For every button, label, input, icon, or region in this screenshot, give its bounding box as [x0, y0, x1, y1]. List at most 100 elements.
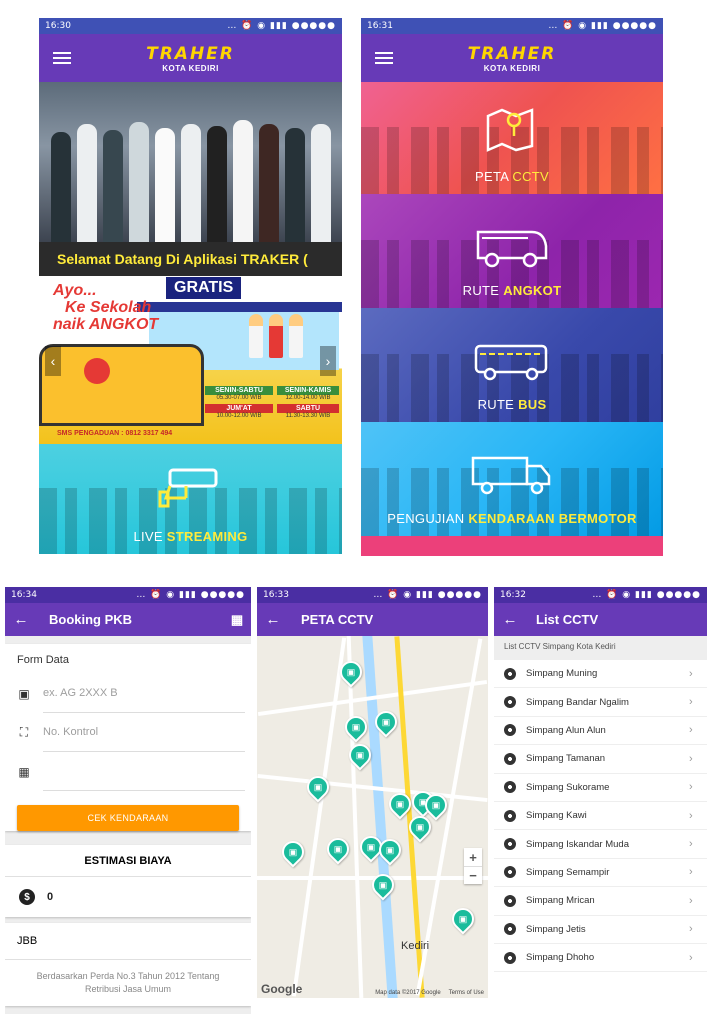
tile-label-plain: RUTE — [462, 283, 500, 298]
status-time: 16:30 — [45, 21, 71, 31]
camera-aperture-icon — [504, 752, 516, 765]
schedule-4-time: 11.30-13.30 WIB — [285, 413, 331, 419]
status-time: 16:31 — [367, 21, 393, 31]
map-data-text: Map data ©2017 Google — [375, 990, 441, 996]
promo-line-1: Ayo... — [53, 282, 97, 299]
logo-subtitle: KOTA KEDIRI — [162, 63, 219, 73]
list-item[interactable]: Simpang Jetis › — [494, 916, 707, 944]
back-arrow-icon[interactable]: ← — [494, 611, 526, 628]
camera-aperture-icon — [504, 923, 516, 936]
estimasi-card: ESTIMASI BIAYA $ 0 — [5, 845, 251, 917]
peta-cctv-screen: 16:33 … ⏰ ◉ ▮▮▮ ●●●●● ← PETA CCTV ▣ ▣ ▣ … — [257, 587, 488, 998]
promo-carousel[interactable]: Ayo... Ke Sekolah naik ANGKOT GRATIS SEN… — [39, 276, 342, 444]
next-tile-peek[interactable] — [361, 536, 663, 556]
list-item[interactable]: Simpang Bandar Ngalim › — [494, 688, 707, 717]
chevron-right-icon: › — [689, 667, 693, 680]
list-item[interactable]: Simpang Dhoho › — [494, 944, 707, 973]
list-item-label: Simpang Muning — [526, 668, 598, 680]
list-item[interactable]: Simpang Mrican › — [494, 887, 707, 916]
cctv-camera-icon — [158, 468, 217, 508]
list-item[interactable]: Simpang Tamanan › — [494, 745, 707, 774]
back-arrow-icon[interactable]: ← — [5, 611, 37, 628]
zoom-out-icon[interactable]: − — [464, 866, 482, 884]
list-item-label: Simpang Kawi — [526, 810, 587, 822]
cctv-marker[interactable]: ▣ — [367, 869, 399, 901]
home-screen: 16:30 … ⏰ ◉ ▮▮▮ ●●●●● TRAHER KOTA KEDIRI… — [39, 18, 342, 556]
list-item-label: Simpang Semampir — [526, 866, 610, 878]
dollar-icon: $ — [19, 889, 35, 905]
schedule-1-title: SENIN-SABTU — [205, 386, 273, 395]
list-item[interactable]: Simpang Iskandar Muda › — [494, 830, 707, 859]
cctv-marker[interactable]: ▣ — [447, 903, 479, 935]
cctv-marker[interactable]: ▣ — [277, 836, 309, 868]
terms-link[interactable]: Terms of Use — [449, 990, 484, 996]
list-item-label: Simpang Sukorame — [526, 781, 610, 793]
date-input[interactable] — [43, 752, 245, 791]
status-icons: … ⏰ ◉ ▮▮▮ ●●●●● — [373, 590, 482, 600]
list-item[interactable]: Simpang Semampir › — [494, 859, 707, 888]
cctv-list: Simpang Muning › Simpang Bandar Ngalim › Sim… — [494, 660, 707, 973]
chevron-right-icon: › — [689, 866, 693, 879]
menu-icon[interactable] — [375, 52, 393, 64]
rute-angkot-tile[interactable]: RUTE ANGKOT — [361, 194, 663, 308]
list-item-label: Simpang Mrican — [526, 895, 595, 907]
peta-cctv-label: PETA CCTV — [475, 169, 549, 184]
tile-label-plain: PETA — [475, 169, 509, 184]
schedule-2-title: SENIN-KAMIS — [277, 386, 339, 395]
pengujian-label: PENGUJIAN KENDARAAN BERMOTOR — [387, 511, 636, 526]
camera-aperture-icon — [504, 894, 516, 907]
camera-aperture-icon — [504, 724, 516, 737]
schedule-grid: SENIN-SABTU 05.30-07.00 WIB SENIN-KAMIS 12… — [205, 386, 339, 420]
cctv-marker[interactable]: ▣ — [340, 711, 372, 743]
chevron-right-icon: › — [689, 951, 693, 964]
list-item-label: Simpang Alun Alun — [526, 724, 606, 736]
jbb-card: JBB Berdasarkan Perda No.3 Tahun 2012 Te… — [5, 923, 251, 1006]
app-bar: ← List CCTV — [494, 603, 707, 636]
carousel-next-icon[interactable]: › — [320, 346, 336, 376]
live-streaming-tile[interactable]: LIVE STREAMING — [39, 444, 342, 554]
tile-label-highlight: CCTV — [512, 169, 549, 184]
list-item[interactable]: Simpang Sukorame › — [494, 774, 707, 802]
cctv-map[interactable]: ▣ ▣ ▣ ▣ ▣ ▣ ▣ ▣ ▣ ▣ ▣ ▣ ▣ ▣ ▣ + − Kediri… — [257, 636, 488, 998]
city-label: Kediri — [401, 940, 430, 952]
menu-icon[interactable] — [53, 52, 71, 64]
rute-bus-tile[interactable]: RUTE BUS — [361, 308, 663, 422]
menu-screen: 16:31 … ⏰ ◉ ▮▮▮ ●●●●● TRAHER KOTA KEDIRI… — [361, 18, 663, 556]
plate-number-input[interactable] — [43, 674, 245, 713]
cctv-marker[interactable]: ▣ — [302, 771, 334, 803]
zoom-in-icon[interactable]: + — [464, 848, 482, 866]
peta-cctv-tile[interactable]: PETA CCTV — [361, 82, 663, 194]
bus-icon: ▣ — [18, 686, 30, 701]
app-bar: ← PETA CCTV — [257, 603, 488, 636]
list-item[interactable]: Simpang Muning › — [494, 660, 707, 689]
calendar-icon[interactable]: ▦ — [223, 612, 251, 628]
shelter-roof — [137, 302, 342, 312]
app-logo: TRAHER KOTA KEDIRI — [146, 44, 235, 73]
booking-pkb-screen: 16:34 … ⏰ ◉ ▮▮▮ ●●●●● ← Booking PKB ▦ Fo… — [5, 587, 251, 1014]
schedule-4-title: SABTU — [277, 404, 339, 413]
promo-line-2: Ke Sekolah — [65, 299, 152, 316]
back-arrow-icon[interactable]: ← — [257, 611, 289, 628]
carousel-prev-icon[interactable]: ‹ — [45, 346, 61, 376]
status-bar: 16:33 … ⏰ ◉ ▮▮▮ ●●●●● — [257, 587, 488, 603]
list-item[interactable]: Simpang Alun Alun › — [494, 717, 707, 746]
status-icons: … ⏰ ◉ ▮▮▮ ●●●●● — [227, 21, 336, 31]
kids-illustration — [249, 314, 303, 358]
kontrol-row: ⛶ — [5, 713, 251, 752]
pengujian-kendaraan-tile[interactable]: PENGUJIAN KENDARAAN BERMOTOR — [361, 422, 663, 536]
tile-label-highlight: KENDARAAN BERMOTOR — [468, 511, 637, 526]
schedule-3-time: 10.00-12.00 WIB — [216, 413, 262, 419]
chevron-right-icon: › — [689, 781, 693, 794]
cctv-marker[interactable]: ▣ — [322, 833, 354, 865]
kontrol-number-input[interactable] — [43, 713, 245, 752]
tile-label-highlight: ANGKOT — [503, 283, 562, 298]
date-row: ▦ — [5, 752, 251, 791]
angkot-icon — [476, 230, 548, 268]
cek-kendaraan-button[interactable]: CEK KENDARAAN — [17, 805, 239, 831]
list-item[interactable]: Simpang Kawi › — [494, 802, 707, 831]
camera-aperture-icon — [504, 696, 516, 709]
form-heading: Form Data — [17, 654, 69, 666]
gratis-badge: GRATIS — [166, 277, 242, 299]
camera-aperture-icon — [504, 866, 516, 879]
list-item-label: Simpang Jetis — [526, 923, 586, 935]
